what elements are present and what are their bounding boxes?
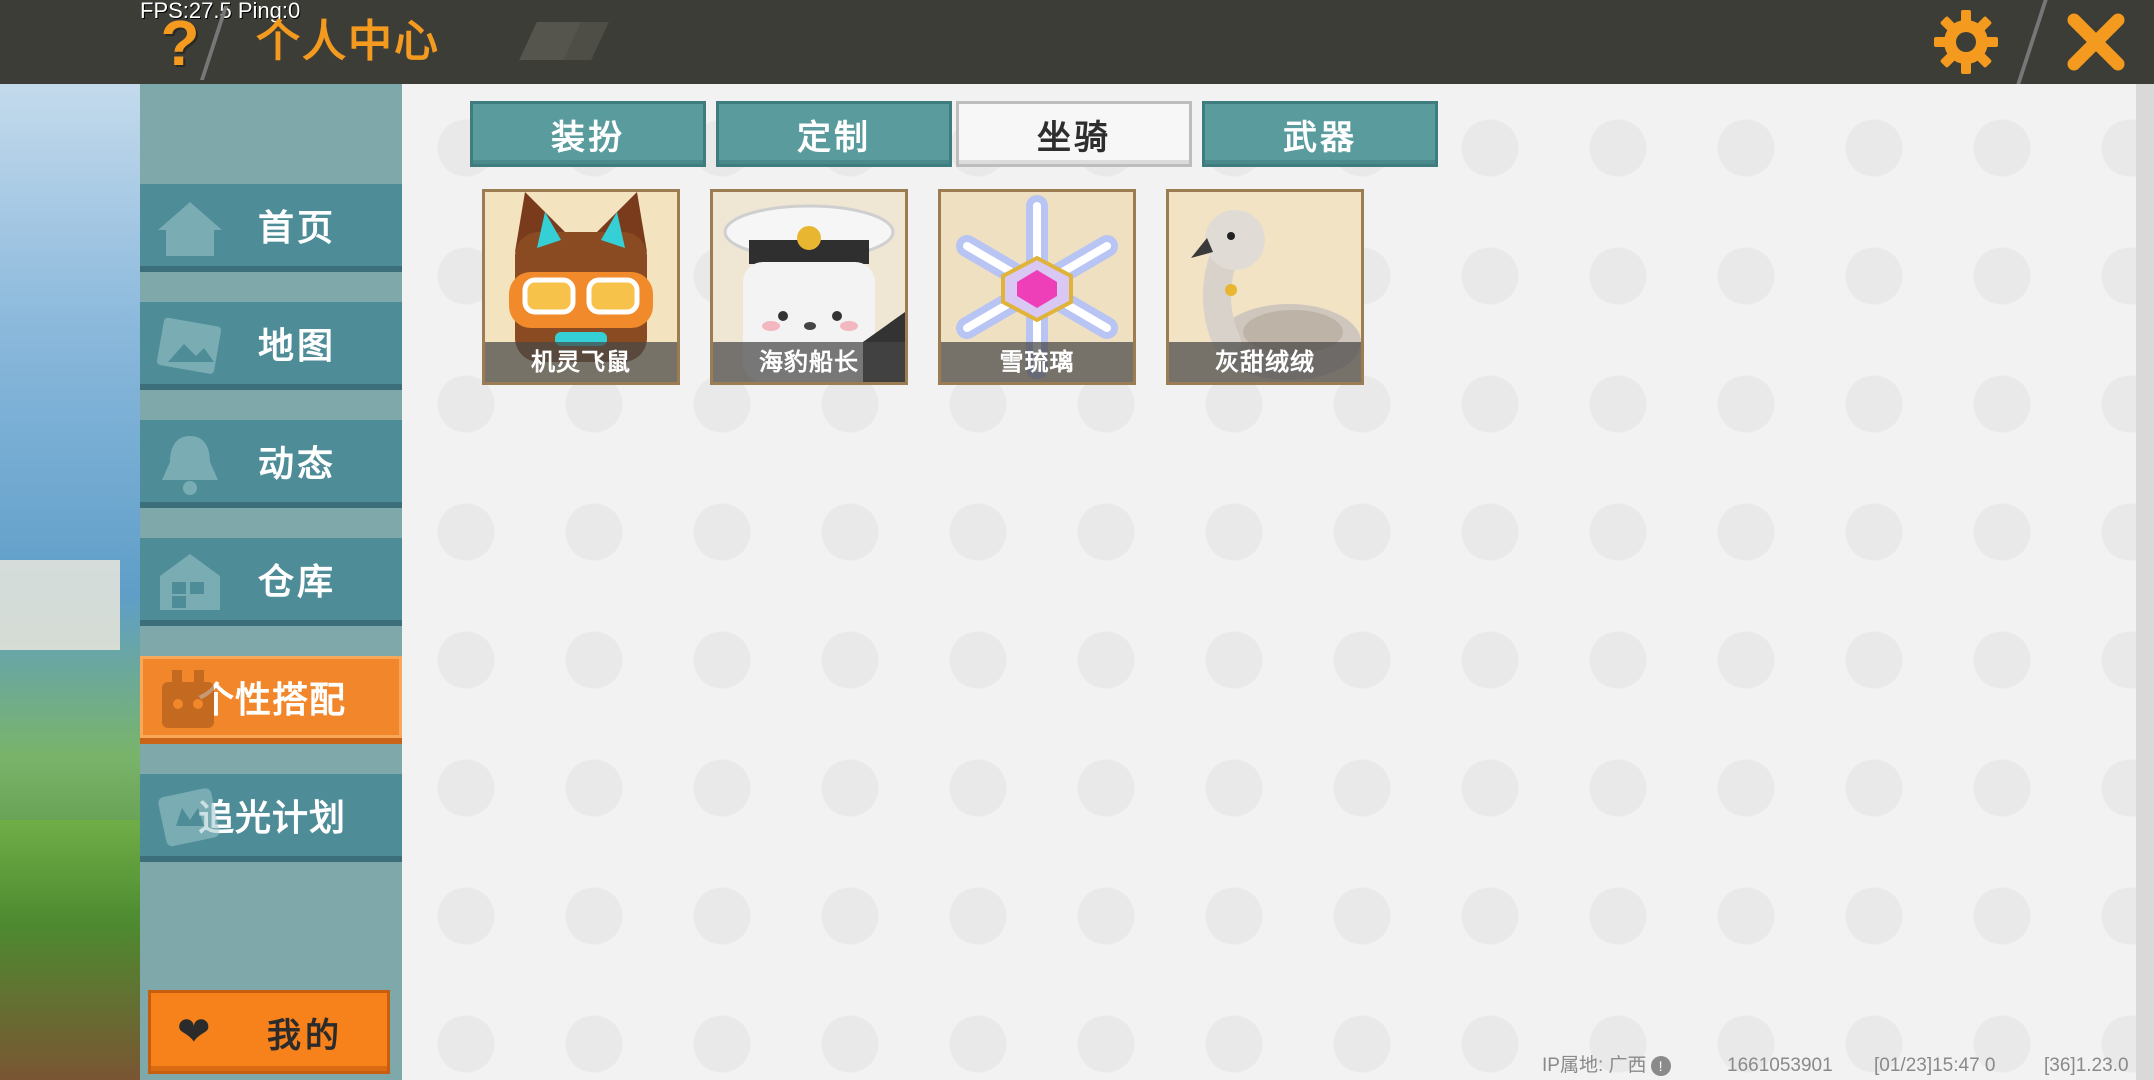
sidebar-item-home[interactable]: 首页	[140, 184, 402, 272]
home-icon	[158, 202, 222, 256]
top-bar: FPS:27.5 Ping:0 ? 个人中心	[0, 0, 2154, 84]
background-grass	[0, 820, 140, 1080]
heart-icon: ❤	[177, 1009, 211, 1055]
sidebar-item-label: 首页	[257, 208, 336, 249]
mount-item-snow-glaze[interactable]: 雪琉璃	[938, 189, 1136, 385]
close-divider	[2016, 0, 2048, 84]
ip-location-text: IP属地: 广西	[1542, 1055, 1647, 1076]
background-block	[0, 560, 120, 650]
sidebar-item-label: 仓库	[257, 562, 336, 603]
item-label: 机灵飞鼠	[485, 342, 677, 382]
sidebar-item-label: 地图	[257, 326, 336, 367]
mount-item-grey-fluffy[interactable]: 灰甜绒绒	[1166, 189, 1364, 385]
mine-button[interactable]: ❤ 我的	[148, 990, 390, 1074]
panel-edge	[2136, 84, 2154, 1080]
timestamp: [01/23]15:47 0	[1874, 1055, 1996, 1076]
bell-icon	[162, 436, 218, 495]
item-label: 雪琉璃	[941, 342, 1133, 382]
ip-location: IP属地: 广西!	[1542, 1054, 1671, 1078]
gear-icon	[1934, 10, 1998, 74]
item-label: 海豹船长	[713, 342, 905, 382]
sidebar-item-label: 动态	[257, 444, 336, 485]
sidebar-item-outfit[interactable]: 个性搭配	[140, 656, 402, 744]
sidebar-item-chase-light[interactable]: 追光计划	[140, 774, 402, 862]
tab-custom[interactable]: 定制	[716, 101, 952, 167]
user-id: 1661053901	[1727, 1055, 1833, 1076]
content-panel: 装扮 定制 坐骑 武器 机灵飞鼠 海豹船长 雪琉璃 灰甜绒绒	[402, 84, 2136, 1080]
mount-item-flying-squirrel[interactable]: 机灵飞鼠	[482, 189, 680, 385]
help-button[interactable]: ?	[150, 8, 210, 78]
close-icon	[2067, 13, 2125, 71]
page-title: 个人中心	[256, 16, 440, 67]
version-label: [36]1.23.0	[2044, 1055, 2129, 1076]
game-background	[0, 0, 140, 1080]
outfit-icon	[162, 670, 214, 728]
item-label: 灰甜绒绒	[1169, 342, 1361, 382]
chase-light-icon	[158, 788, 220, 847]
sidebar: 首页 地图 动态 仓库 个性搭配 追光计划 ❤ 我的	[140, 84, 402, 1080]
sidebar-item-feed[interactable]: 动态	[140, 420, 402, 508]
tab-outfit[interactable]: 装扮	[470, 101, 706, 167]
settings-button[interactable]	[1930, 6, 2002, 78]
warehouse-icon	[160, 554, 220, 610]
mount-item-seal-captain[interactable]: 海豹船长	[710, 189, 908, 385]
tab-mount[interactable]: 坐骑	[956, 101, 1192, 167]
sidebar-item-map[interactable]: 地图	[140, 302, 402, 390]
close-button[interactable]	[2060, 6, 2132, 78]
map-icon	[156, 317, 222, 374]
tab-weapon[interactable]: 武器	[1202, 101, 1438, 167]
mine-button-label: 我的	[267, 1015, 343, 1056]
info-icon[interactable]: !	[1650, 1055, 1671, 1076]
sidebar-item-warehouse[interactable]: 仓库	[140, 538, 402, 626]
